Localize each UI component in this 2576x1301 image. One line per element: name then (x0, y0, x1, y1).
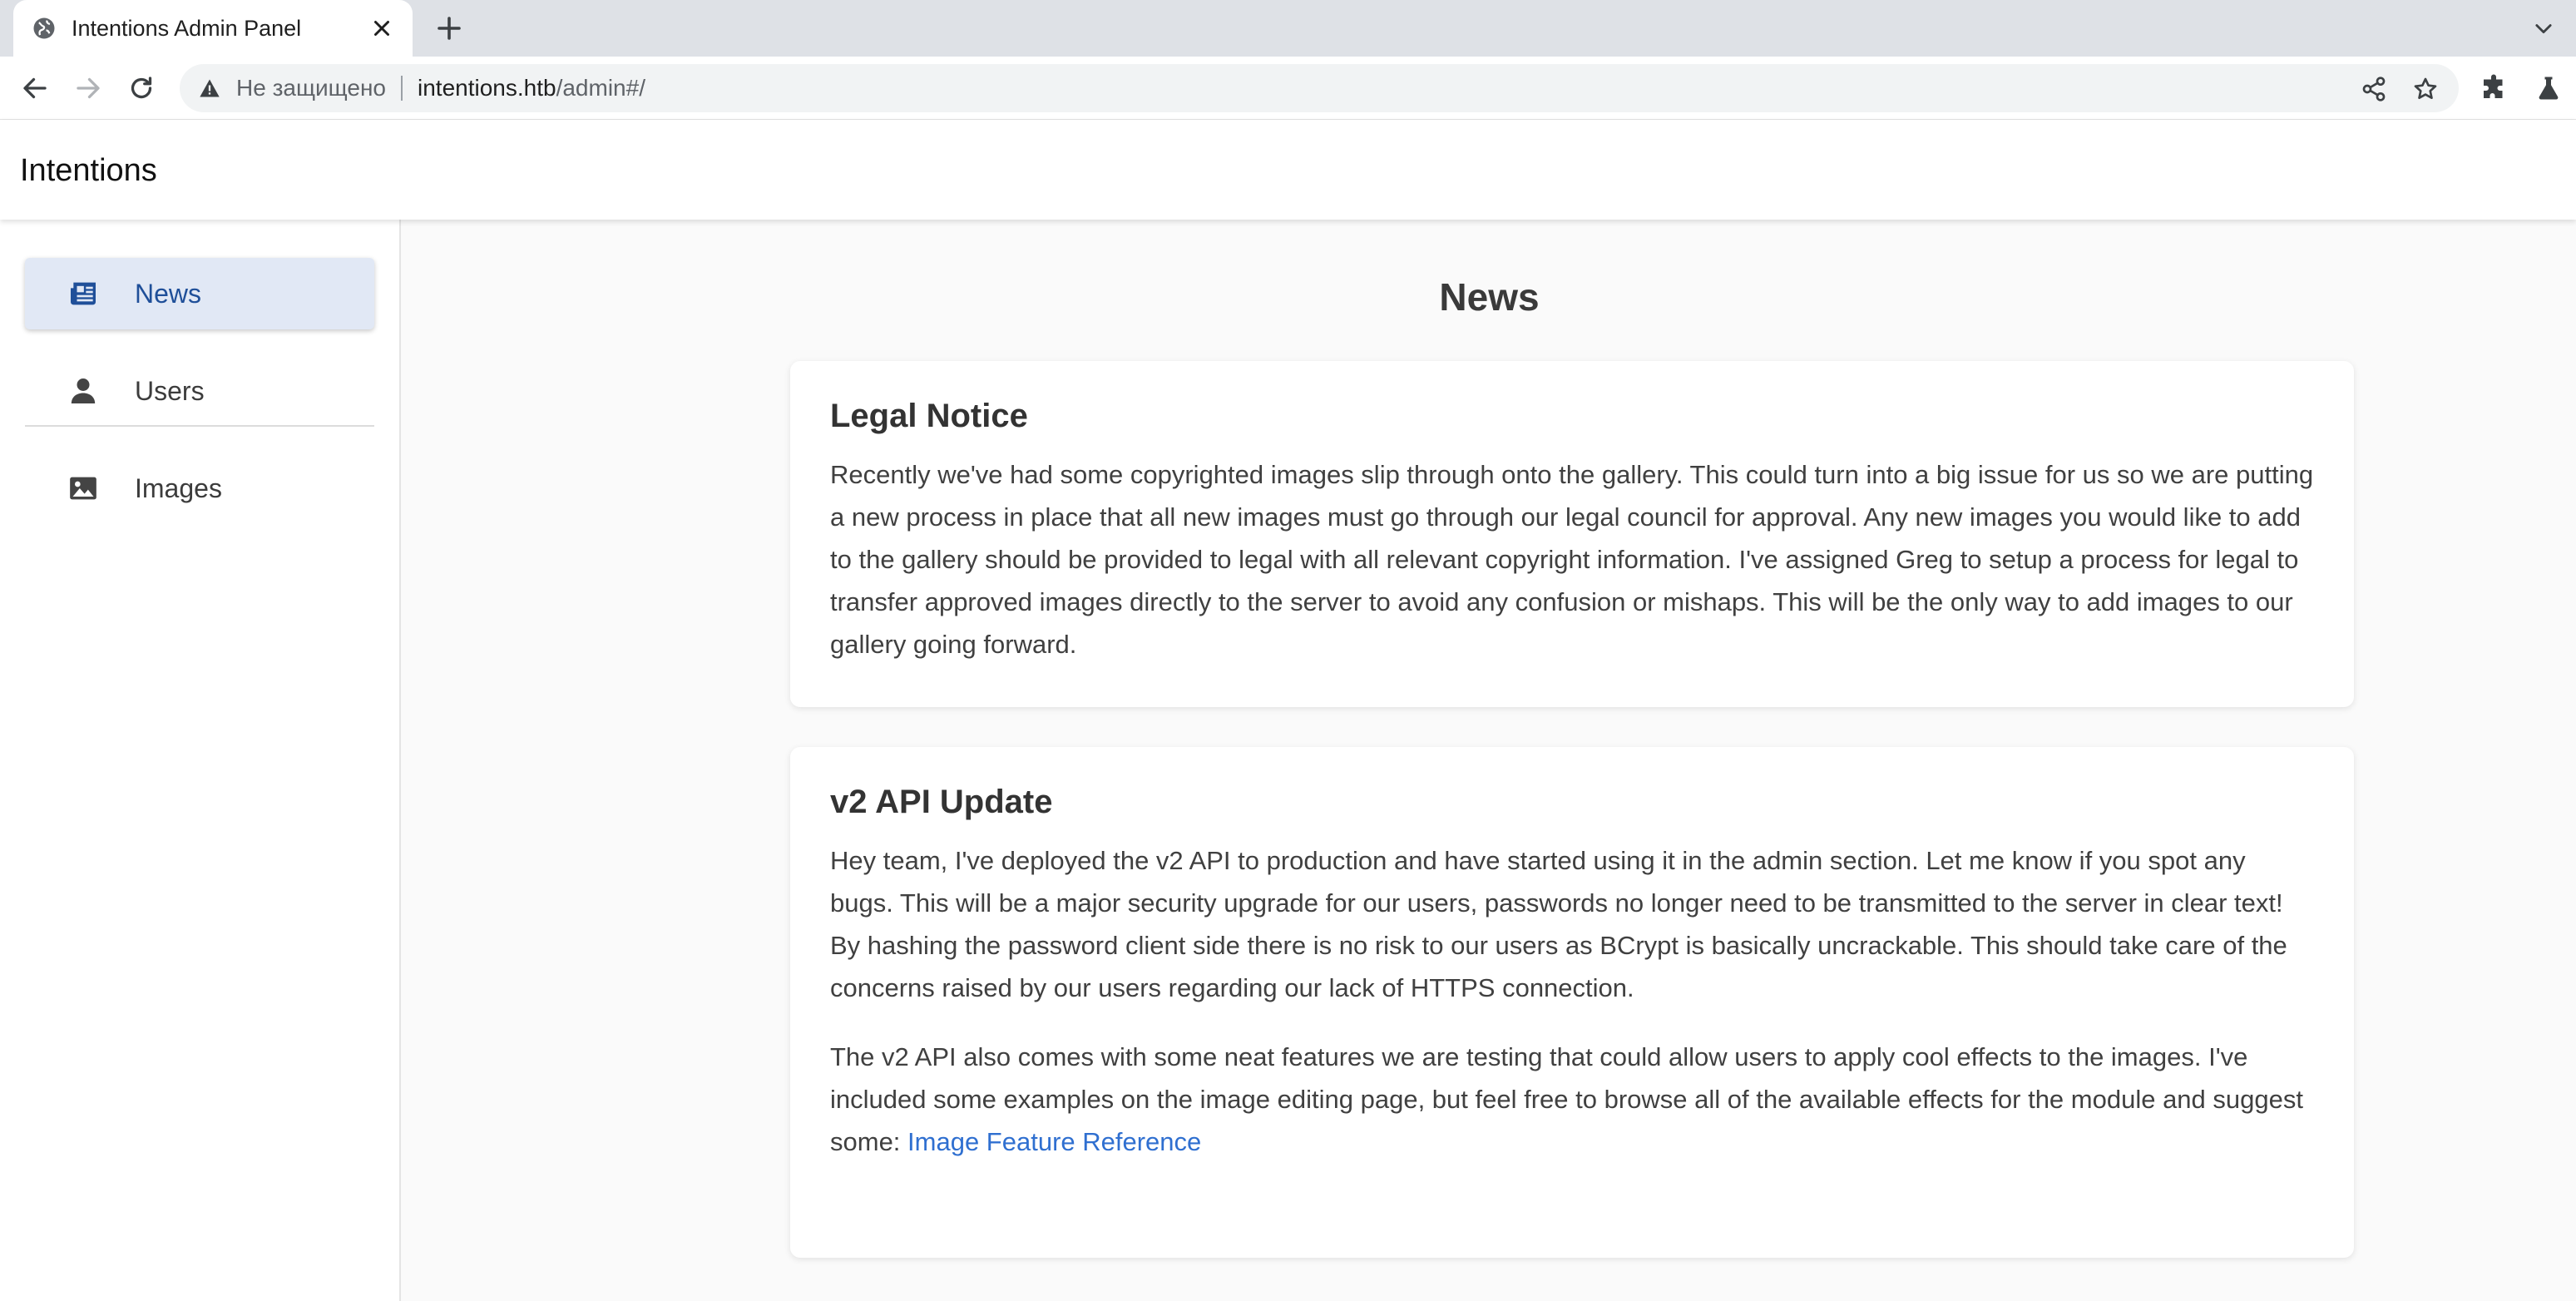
share-icon[interactable] (2361, 76, 2387, 102)
sidebar-item-users[interactable]: Users (25, 355, 374, 427)
sidebar-item-news[interactable]: News (25, 258, 374, 329)
browser-toolbar: Не защищено intentions.htb/admin#/ (0, 57, 2576, 120)
star-icon[interactable] (2412, 76, 2439, 102)
browser-tab[interactable]: Intentions Admin Panel (13, 0, 413, 57)
sidebar-divider (25, 425, 374, 427)
news-card-body: The v2 API also comes with some neat fea… (830, 1036, 2314, 1163)
sidebar: News Users Images (0, 220, 401, 1301)
news-card-title: v2 API Update (830, 784, 1053, 820)
back-arrow-icon[interactable] (20, 73, 50, 103)
newspaper-icon (71, 282, 96, 305)
close-icon[interactable] (369, 16, 394, 41)
warning-icon[interactable] (198, 77, 221, 100)
sidebar-item-label: Users (135, 375, 205, 406)
url-host: intentions.htb (418, 75, 556, 101)
news-card-legal-notice: Legal Notice Recently we've had some cop… (790, 361, 2354, 707)
address-bar[interactable]: Не защищено intentions.htb/admin#/ (180, 64, 2459, 112)
image-icon (70, 477, 96, 500)
person-icon (71, 378, 96, 403)
main-content: News Legal Notice Recently we've had som… (403, 220, 2576, 1301)
sidebar-item-label: Images (135, 472, 222, 503)
chevron-down-icon[interactable] (2532, 17, 2555, 40)
globe-icon (33, 17, 55, 39)
tab-title: Intentions Admin Panel (72, 15, 302, 41)
sidebar-item-label: News (135, 278, 202, 309)
page-title: News (1439, 275, 1540, 319)
news-card-body: Recently we've had some copyrighted imag… (830, 460, 2314, 659)
news-card-title: Legal Notice (830, 398, 1028, 434)
url-text[interactable]: intentions.htb/admin#/ (418, 75, 645, 101)
news-card-body: Hey team, I've deployed the v2 API to pr… (830, 846, 2287, 1002)
omnibox-divider (401, 76, 403, 101)
news-card-v2-api-update: v2 API Update Hey team, I've deployed th… (790, 747, 2354, 1258)
plus-icon[interactable] (434, 13, 464, 43)
image-feature-reference-link[interactable]: Image Feature Reference (907, 1127, 1201, 1156)
security-status[interactable]: Не защищено (236, 75, 386, 101)
app-title: Intentions (20, 153, 157, 188)
browser-tabstrip: Intentions Admin Panel (0, 0, 2576, 57)
extensions-puzzle-icon[interactable] (2479, 73, 2509, 103)
forward-arrow-icon[interactable] (73, 73, 103, 103)
url-path: /admin#/ (556, 75, 645, 101)
app-header: Intentions (0, 120, 2576, 220)
reload-icon[interactable] (126, 73, 156, 103)
labs-flask-icon[interactable] (2534, 73, 2564, 103)
sidebar-item-images[interactable]: Images (25, 453, 374, 524)
